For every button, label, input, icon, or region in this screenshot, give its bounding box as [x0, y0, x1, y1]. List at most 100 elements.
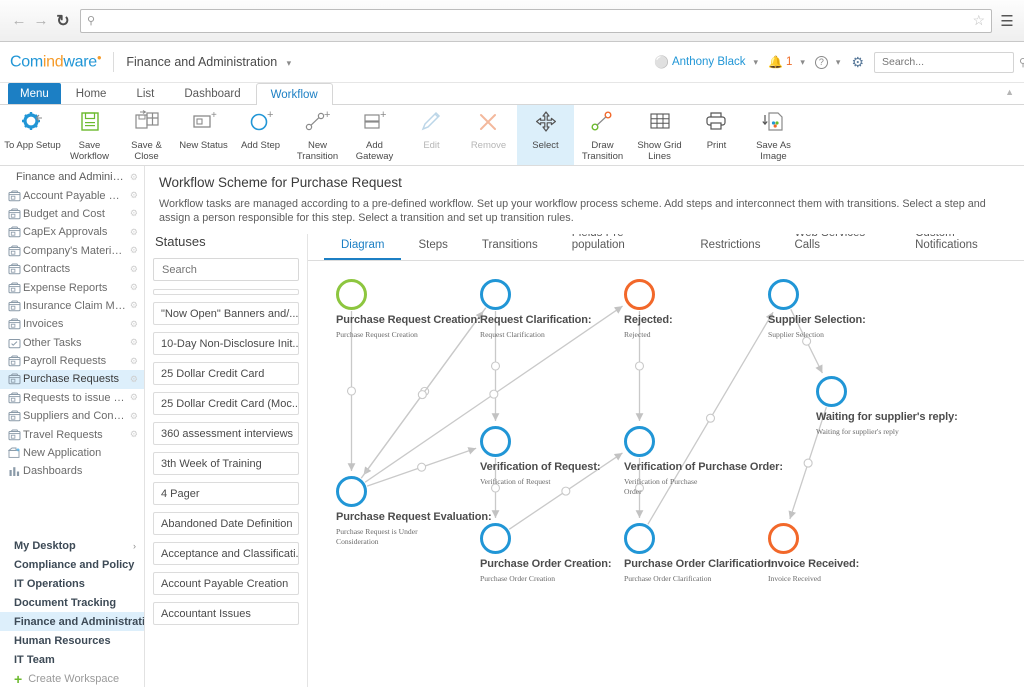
node-circle-icon[interactable] — [480, 279, 511, 310]
create-workspace-button[interactable]: + Create Workspace — [0, 669, 144, 687]
browser-reload-icon[interactable]: ↻ — [52, 10, 74, 32]
tab-custom-notifications[interactable]: Custom Notifications — [898, 234, 1024, 260]
collapse-ribbon-icon[interactable]: ▲ — [1005, 87, 1014, 97]
diagram-transition[interactable] — [366, 447, 477, 487]
transition-handle[interactable] — [489, 389, 499, 399]
gear-icon[interactable]: ⚙ — [130, 208, 138, 219]
ribbon-new-transition-button[interactable]: + New Transition — [289, 105, 346, 165]
status-item[interactable]: 4 Pager — [153, 482, 299, 505]
status-item[interactable]: 360 assessment interviews — [153, 422, 299, 445]
hamburger-icon[interactable]: ☰ — [998, 12, 1016, 30]
gear-icon[interactable]: ⚙ — [851, 54, 864, 71]
diagram-transition[interactable] — [788, 406, 827, 520]
transition-handle[interactable] — [420, 386, 430, 396]
tab-list[interactable]: List — [121, 83, 169, 104]
diagram-node-inv[interactable]: Invoice Received: Invoice Received — [768, 523, 859, 583]
ribbon-save-workflow-button[interactable]: Save Workflow — [61, 105, 118, 165]
sidebar-item-new-application[interactable]: New Application — [0, 444, 144, 462]
status-item[interactable]: 25 Dollar Credit Card — [153, 362, 299, 385]
sidebar-item-travel-requests[interactable]: Travel Requests ⚙ — [0, 425, 144, 443]
gear-icon[interactable]: ⚙ — [130, 337, 138, 348]
diagram-canvas[interactable]: Purchase Request Creation: Purchase Reque… — [308, 261, 1024, 687]
gear-icon[interactable]: ⚙ — [130, 300, 138, 311]
status-item[interactable]: 25 Dollar Credit Card (Moc... — [153, 392, 299, 415]
ribbon-add-gateway-button[interactable]: + Add Gateway — [346, 105, 403, 165]
gear-icon[interactable]: ⚙ — [130, 374, 138, 385]
transition-handle[interactable] — [417, 390, 427, 400]
sidebar-item-company-s-material[interactable]: Company's Material ... ⚙ — [0, 242, 144, 260]
workspace-item-it-operations[interactable]: IT Operations — [0, 574, 144, 593]
tab-workflow[interactable]: Workflow — [255, 83, 333, 105]
sidebar-item-other-tasks[interactable]: Other Tasks ⚙ — [0, 334, 144, 352]
transition-handle[interactable] — [417, 462, 427, 472]
gear-icon[interactable]: ⚙ — [130, 356, 138, 367]
transition-handle[interactable] — [634, 361, 645, 371]
ribbon-select-button[interactable]: Select — [517, 105, 574, 165]
status-item[interactable]: 3th Week of Training — [153, 452, 299, 475]
node-circle-icon[interactable] — [336, 279, 367, 310]
sidebar-item-contracts[interactable]: Contracts ⚙ — [0, 260, 144, 278]
tab-fields-pre-population[interactable]: Fields Pre-population — [555, 234, 684, 260]
node-circle-icon[interactable] — [624, 523, 655, 554]
workspace-selector[interactable]: Finance and Administration ▾ — [126, 53, 291, 71]
status-item[interactable] — [153, 289, 299, 295]
diagram-canvas-inner[interactable]: Purchase Request Creation: Purchase Reque… — [308, 261, 1024, 687]
ribbon-show-grid-lines-button[interactable]: Show Grid Lines — [631, 105, 688, 165]
ribbon-add-step-button[interactable]: + Add Step — [232, 105, 289, 165]
tab-web-services-calls[interactable]: Web Services Calls — [777, 234, 898, 260]
transition-handle[interactable] — [346, 386, 357, 396]
transition-handle[interactable] — [490, 361, 501, 371]
node-circle-icon[interactable] — [624, 279, 655, 310]
sidebar-item-insurance-claim-ma[interactable]: Insurance Claim Ma... ⚙ — [0, 297, 144, 315]
node-circle-icon[interactable] — [768, 279, 799, 310]
tab-home[interactable]: Home — [61, 83, 122, 104]
diagram-node-poclar[interactable]: Purchase Order Clarification: Purchase Or… — [624, 523, 774, 583]
statuses-search[interactable]: ⚲ — [153, 258, 307, 281]
diagram-node-vfr[interactable]: Verification of Request: Verification of … — [480, 426, 601, 486]
sidebar-item-invoices[interactable]: Invoices ⚙ — [0, 315, 144, 333]
tab-transitions[interactable]: Transitions — [465, 239, 555, 260]
sidebar-item-budget-and-cost[interactable]: Budget and Cost ⚙ — [0, 205, 144, 223]
user-menu[interactable]: ⚪ Anthony Black ▾ — [651, 55, 761, 69]
workspace-item-human-resources[interactable]: Human Resources — [0, 631, 144, 650]
tab-diagram[interactable]: Diagram — [324, 239, 402, 260]
tab-dashboard[interactable]: Dashboard — [169, 83, 255, 104]
transition-handle[interactable] — [561, 486, 571, 496]
gear-icon[interactable]: ⚙ — [130, 172, 138, 183]
node-circle-icon[interactable] — [624, 426, 655, 457]
gear-icon[interactable]: ⚙ — [130, 411, 138, 422]
status-item[interactable]: 10-Day Non-Disclosure Init... — [153, 332, 299, 355]
diagram-node-wsr[interactable]: Waiting for supplier's reply: Waiting for… — [816, 376, 958, 436]
browser-back-icon[interactable]: ← — [8, 10, 30, 32]
sidebar-item-payroll-requests[interactable]: Payroll Requests ⚙ — [0, 352, 144, 370]
workspace-item-compliance-and-policy[interactable]: Compliance and Policy — [0, 555, 144, 574]
node-circle-icon[interactable] — [480, 426, 511, 457]
browser-forward-icon[interactable]: → — [30, 10, 52, 32]
ribbon-draw-transition-button[interactable]: Draw Transition — [574, 105, 631, 165]
diagram-node-poc[interactable]: Purchase Order Creation: Purchase Order C… — [480, 523, 612, 583]
transition-handle[interactable] — [803, 458, 813, 468]
menu-button[interactable]: Menu — [8, 83, 61, 104]
diagram-node-rcl[interactable]: Request Clarification: Request Clarificat… — [480, 279, 592, 339]
ribbon-save-close-button[interactable]: Save & Close — [118, 105, 175, 165]
node-circle-icon[interactable] — [816, 376, 847, 407]
workspace-item-finance-and-administration[interactable]: Finance and Administration — [0, 612, 144, 631]
ribbon-save-as-image-button[interactable]: Save As Image — [745, 105, 802, 165]
status-item[interactable]: Accountant Issues — [153, 602, 299, 625]
node-circle-icon[interactable] — [768, 523, 799, 554]
gear-icon[interactable]: ⚙ — [130, 264, 138, 275]
gear-icon[interactable]: ⚙ — [130, 319, 138, 330]
workspace-item-my-desktop[interactable]: My Desktop › — [0, 536, 144, 555]
status-item[interactable]: Abandoned Date Definition — [153, 512, 299, 535]
sidebar-item-suppliers-and-contr[interactable]: Suppliers and Contr... ⚙ — [0, 407, 144, 425]
tab-restrictions[interactable]: Restrictions — [683, 239, 777, 260]
node-circle-icon[interactable] — [336, 476, 367, 507]
status-item[interactable]: Account Payable Creation — [153, 572, 299, 595]
statuses-search-input[interactable] — [160, 262, 306, 277]
header-search[interactable]: ⚲ — [874, 51, 1024, 73]
diagram-node-rej[interactable]: Rejected: Rejected — [624, 279, 673, 339]
workspace-item-it-team[interactable]: IT Team — [0, 650, 144, 669]
help-menu[interactable]: ? ▾ — [812, 55, 844, 69]
gear-icon[interactable]: ⚙ — [130, 392, 138, 403]
diagram-node-pre[interactable]: Purchase Request Evaluation: Purchase Req… — [336, 476, 492, 546]
